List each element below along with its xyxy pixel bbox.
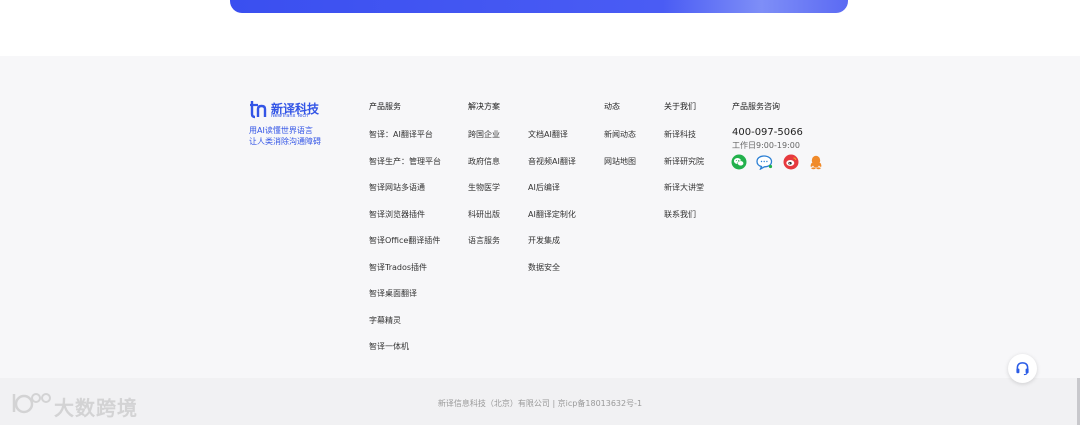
brand-logo[interactable]: 新译科技 NewTranx Tech — [249, 99, 339, 121]
footer-link-sitemap[interactable]: 网站地图 — [604, 156, 636, 167]
watermark: 大数跨境 — [10, 390, 150, 420]
headset-icon — [1016, 362, 1029, 376]
brand-name-en: NewTranx Tech — [271, 113, 309, 119]
footer-link-multinational[interactable]: 跨国企业 — [468, 129, 500, 140]
consult-column-title: 产品服务咨询 — [732, 102, 780, 111]
logo-mark-icon — [250, 101, 267, 119]
footer-link-news[interactable]: 新闻动态 — [604, 129, 636, 140]
wechat-icon[interactable] — [731, 154, 747, 170]
footer-link-data-security[interactable]: 数据安全 — [528, 262, 560, 273]
footer-link-language-services[interactable]: 语言服务 — [468, 235, 500, 246]
footer-link-dev-integration[interactable]: 开发集成 — [528, 235, 560, 246]
watermark-text: 大数跨境 — [54, 396, 138, 420]
footer-link-all-in-one[interactable]: 智译一体机 — [369, 341, 409, 352]
footer-link-document-ai[interactable]: 文档AI翻译 — [528, 129, 568, 140]
footer-link-research-institute[interactable]: 新译研究院 — [664, 156, 704, 167]
solutions-column-title: 解决方案 — [468, 102, 500, 111]
footer-link-trados-plugin[interactable]: 智译Trados插件 — [369, 262, 427, 273]
footer-link-production-platform[interactable]: 智译生产：管理平台 — [369, 156, 441, 167]
footer-link-website-multilingual[interactable]: 智译网站多语通 — [369, 182, 425, 193]
footer-link-ai-customization[interactable]: AI翻译定制化 — [528, 209, 576, 220]
footer-link-contact[interactable]: 联系我们 — [664, 209, 696, 220]
footer-link-office-plugin[interactable]: 智译Office翻译插件 — [369, 235, 440, 246]
watermark-logo-icon — [12, 393, 51, 414]
copyright-text: 新译信息科技（北京）有限公司 | 京icp备18013632号-1 — [437, 399, 643, 408]
footer-link-company[interactable]: 新译科技 — [664, 129, 696, 140]
banner-bottom-edge — [230, 0, 848, 13]
footer-link-lecture-hall[interactable]: 新译大讲堂 — [664, 182, 704, 193]
footer-link-ai-post-editing[interactable]: AI后编译 — [528, 182, 560, 193]
about-column-title: 关于我们 — [664, 102, 696, 111]
products-column-title: 产品服务 — [369, 102, 401, 111]
weibo-icon[interactable] — [783, 154, 799, 170]
consult-hours: 工作日9:00-19:00 — [732, 141, 800, 150]
chat-icon[interactable] — [756, 154, 774, 170]
news-column-title: 动态 — [604, 102, 620, 111]
footer-link-government[interactable]: 政府信息 — [468, 156, 500, 167]
customer-support-button[interactable] — [1008, 354, 1037, 383]
footer-link-research-publishing[interactable]: 科研出版 — [468, 209, 500, 220]
consult-phone: 400-097-5066 — [732, 127, 803, 138]
footer-link-subtitle-genie[interactable]: 字幕精灵 — [369, 315, 401, 326]
qq-icon[interactable] — [808, 154, 824, 170]
slogan-line-2: 让人类消除沟通障碍 — [249, 137, 321, 146]
footer-link-browser-plugin[interactable]: 智译浏览器插件 — [369, 209, 425, 220]
footer-link-desktop-translation[interactable]: 智译桌面翻译 — [369, 288, 417, 299]
footer-link-av-ai[interactable]: 音视频AI翻译 — [528, 156, 576, 167]
slogan-line-1: 用AI读懂世界语言 — [249, 126, 313, 135]
footer-link-biomedical[interactable]: 生物医学 — [468, 182, 500, 193]
footer-link-ai-translation-platform[interactable]: 智译：AI翻译平台 — [369, 129, 433, 140]
